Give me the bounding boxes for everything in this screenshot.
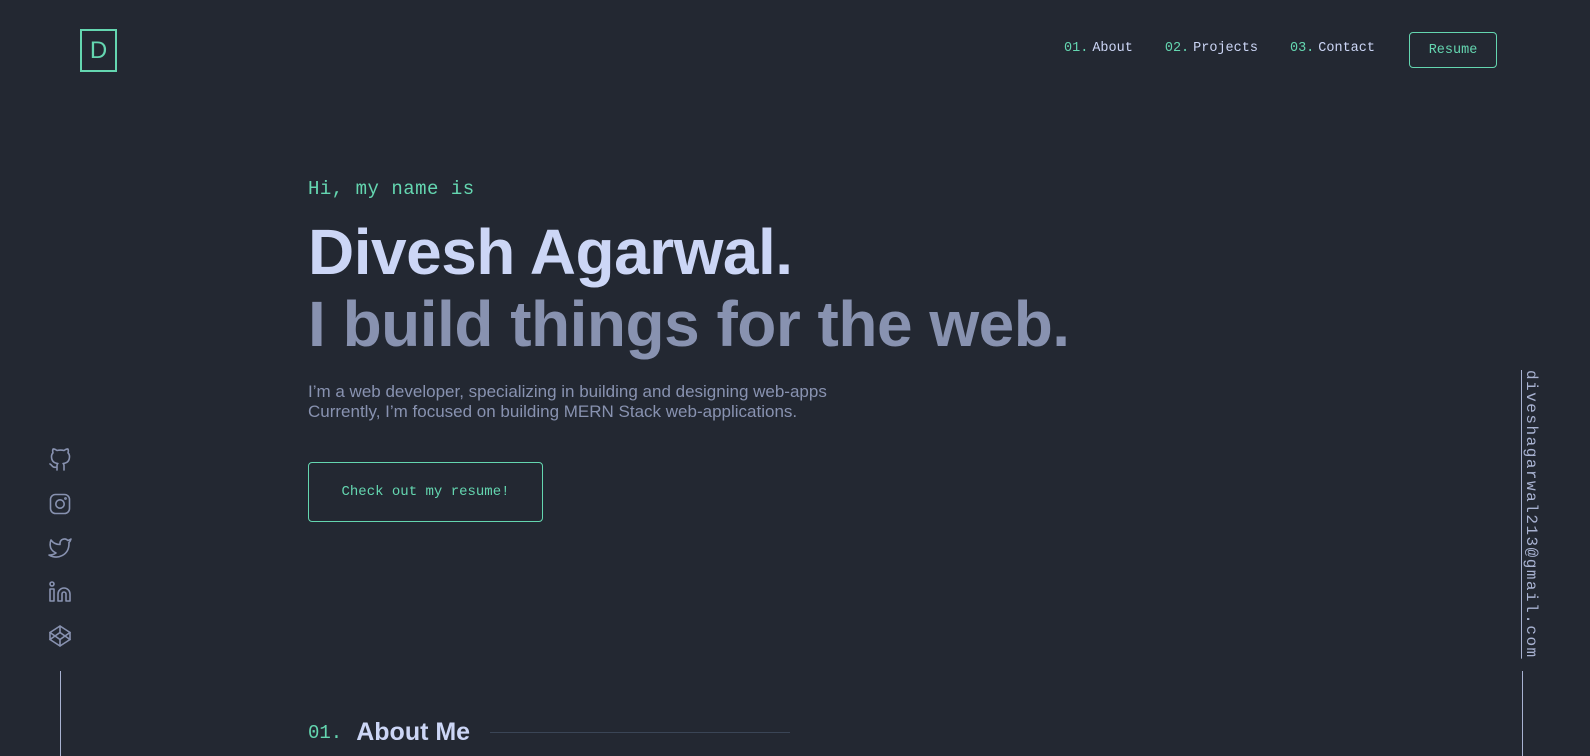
resume-button[interactable]: Resume: [1409, 32, 1497, 68]
hero-description: I’m a web developer, specializing in bui…: [308, 382, 1070, 422]
nav-item-about[interactable]: 01. About: [1064, 41, 1133, 56]
nav-item-projects[interactable]: 02. Projects: [1165, 41, 1258, 56]
nav-item-number: 01.: [1064, 41, 1089, 56]
right-vertical-line: [1522, 671, 1523, 756]
codepen-icon[interactable]: [48, 624, 72, 648]
about-section-number: 01.: [308, 721, 343, 744]
left-vertical-line: [60, 671, 61, 756]
greeting-text: Hi, my name is: [308, 178, 475, 200]
email-link[interactable]: diveshagarwal213@gmail.com: [1522, 370, 1540, 659]
check-resume-button[interactable]: Check out my resume!: [308, 462, 543, 522]
about-section-divider: [490, 732, 791, 733]
about-section-heading: 01. About Me: [308, 718, 791, 747]
nav-item-number: 02.: [1164, 41, 1190, 56]
about-section-title: About Me: [356, 718, 471, 746]
nav-item-label: About: [1092, 41, 1133, 56]
nav-item-contact[interactable]: 03. Contact: [1290, 41, 1375, 56]
instagram-icon[interactable]: [48, 492, 72, 516]
top-nav: 01. About 02. Projects 03. Contact: [1064, 41, 1375, 56]
hero-description-line-1: I’m a web developer, specializing in bui…: [308, 382, 827, 401]
nav-item-label: Projects: [1193, 41, 1258, 56]
nav-item-number: 03.: [1289, 41, 1315, 56]
twitter-icon[interactable]: [48, 536, 72, 560]
hero-description-line-2: Currently, I’m focused on building MERN …: [308, 402, 798, 421]
nav-item-label: Contact: [1318, 41, 1375, 56]
social-links: [48, 448, 72, 648]
hero-name: Divesh Agarwal.: [308, 216, 793, 288]
linkedin-icon[interactable]: [48, 580, 72, 604]
hero-section: Hi, my name is Divesh Agarwal. I build t…: [308, 178, 1070, 522]
hero-tagline: I build things for the web.: [308, 288, 1070, 360]
github-icon[interactable]: [48, 448, 72, 472]
logo[interactable]: D: [80, 29, 117, 72]
